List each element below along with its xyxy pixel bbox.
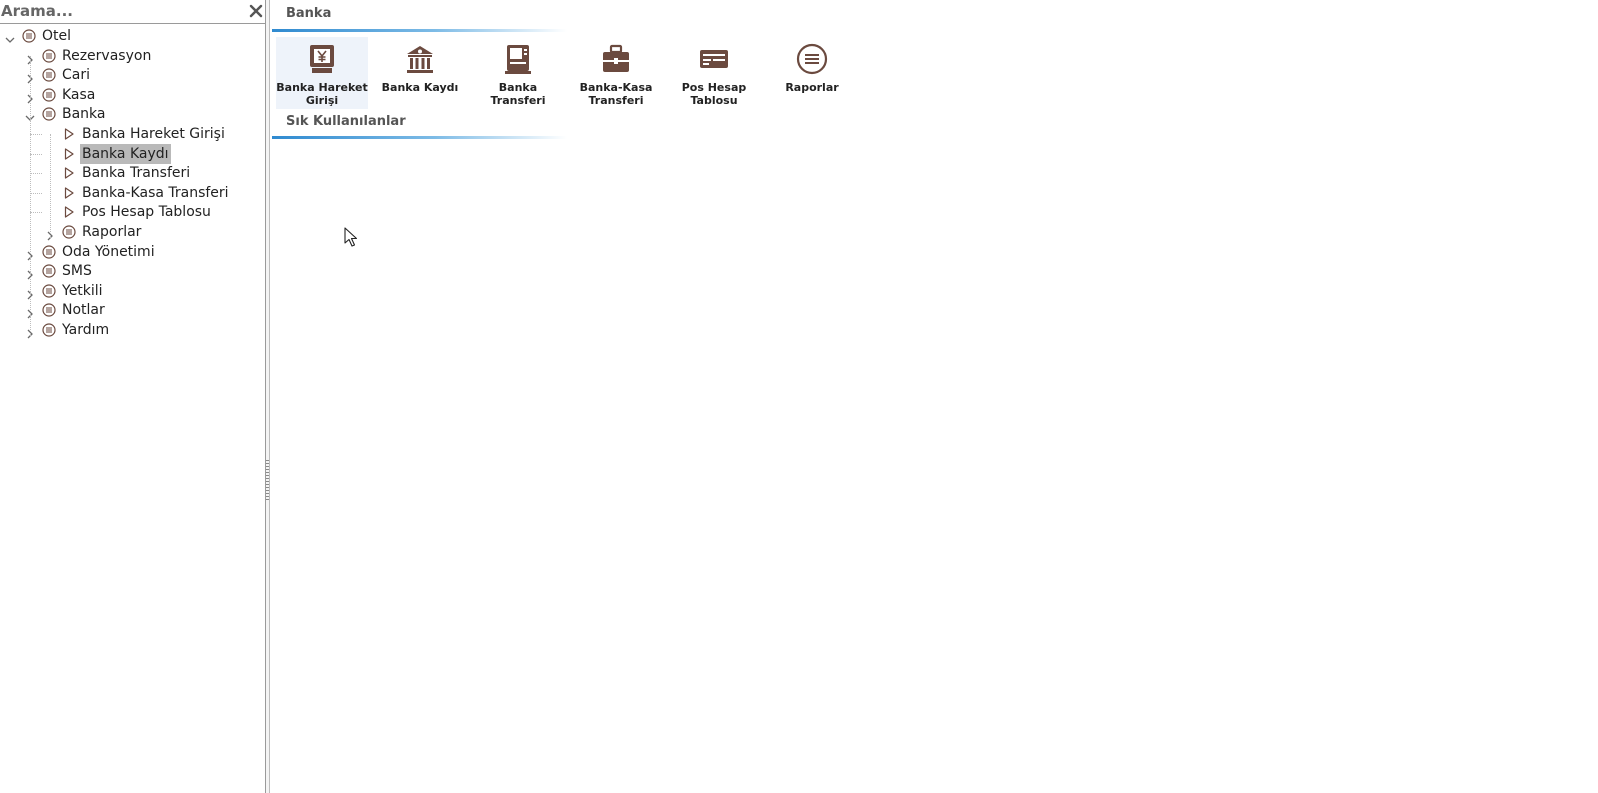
tree-connector [30, 134, 42, 135]
tile-label: Raporlar [785, 81, 839, 94]
tree-item-label: Cari [62, 67, 90, 84]
list-circle-icon [62, 225, 76, 239]
tile-button[interactable]: Banka Transferi [472, 37, 564, 109]
tree-item[interactable]: SMS [0, 261, 266, 281]
tree-item[interactable]: Banka Transferi [0, 163, 266, 183]
tree-item[interactable]: Rezervasyon [0, 46, 266, 66]
list-circle-icon [42, 323, 56, 337]
tile-label: Banka Kaydı [381, 81, 459, 94]
tree-item[interactable]: Pos Hesap Tablosu [0, 202, 266, 222]
tree-item[interactable]: Otel [0, 26, 266, 46]
list-circle-icon [796, 43, 828, 75]
navigation-panel: Otel Rezervasyon Cari Kasa Banka Banka Hareke… [0, 0, 266, 793]
search-bar [0, 0, 266, 24]
main-content: Banka Banka Hareket Girişi Banka Kaydı Ban… [271, 0, 1598, 793]
list-circle-icon [42, 68, 56, 82]
tree-item[interactable]: Yardım [0, 320, 266, 340]
tree-item[interactable]: Raporlar [0, 222, 266, 242]
tree-item-label: SMS [62, 263, 92, 280]
tile-label: Banka Hareket Girişi [276, 81, 368, 107]
tree-item-label: Banka Transferi [82, 165, 191, 182]
list-circle-icon [42, 303, 56, 317]
tree-item[interactable]: Banka Hareket Girişi [0, 124, 266, 144]
splitter-grip[interactable] [266, 460, 269, 500]
tile-button[interactable]: Banka Kaydı [374, 37, 466, 109]
tree-connector [30, 153, 42, 155]
tree-item-label: Yardım [62, 322, 110, 338]
list-circle-icon [42, 107, 56, 121]
triangle-right-icon [62, 127, 76, 141]
tree-item[interactable]: Cari [0, 65, 266, 85]
tree-item-label: Notlar [62, 302, 105, 319]
tree-item[interactable]: Banka [0, 104, 266, 124]
tile-button[interactable]: Banka Hareket Girişi [276, 37, 368, 109]
tree-item-label: Otel [42, 28, 72, 44]
tree-item-label: Banka Kaydı [80, 143, 171, 164]
tree-item-label: Rezervasyon [62, 47, 152, 64]
cash-register-icon [600, 43, 632, 75]
close-icon[interactable] [249, 4, 263, 18]
atm-machine-icon [502, 43, 534, 75]
tree-guide-line [30, 56, 31, 336]
favorites-divider [272, 136, 567, 139]
tree-item[interactable]: Banka Kaydı [0, 143, 266, 164]
tree-item-label: Kasa [62, 86, 96, 103]
tree-item-label: Banka [62, 106, 106, 123]
tile-button[interactable]: Raporlar [766, 37, 858, 109]
list-circle-icon [42, 264, 56, 278]
mouse-cursor-icon [344, 227, 358, 247]
chevron-down-icon[interactable] [5, 31, 15, 43]
tree-item-label: Pos Hesap Tablosu [82, 204, 211, 221]
list-circle-icon [42, 88, 56, 102]
tree-item-label: Banka-Kasa Transferi [82, 184, 229, 201]
favorites-title: Sık Kullanılanlar [286, 114, 406, 129]
tree-connector [30, 212, 42, 214]
tile-button[interactable]: Pos Hesap Tablosu [668, 37, 760, 109]
list-circle-icon [42, 48, 56, 63]
group-title: Banka [286, 6, 332, 21]
tree-item[interactable]: Yetkili [0, 281, 266, 301]
atm-yen-icon [306, 43, 338, 75]
group-divider [272, 29, 567, 32]
list-circle-icon [22, 29, 36, 43]
triangle-right-icon [62, 205, 76, 219]
panel-splitter[interactable] [265, 0, 270, 793]
tree-item[interactable]: Banka-Kasa Transferi [0, 183, 266, 203]
tree-item[interactable]: Oda Yönetimi [0, 242, 266, 262]
tree-guide-line [50, 134, 51, 238]
list-circle-icon [42, 244, 56, 259]
tree-connector [30, 192, 42, 194]
tree-item-label: Raporlar [82, 224, 142, 240]
tree-item-label: Banka Hareket Girişi [82, 126, 225, 142]
tile-label: Banka Transferi [490, 81, 546, 107]
tree-item-label: Oda Yönetimi [62, 243, 155, 260]
list-circle-icon [42, 284, 56, 298]
search-input[interactable] [0, 0, 241, 22]
tree-item-label: Yetkili [62, 282, 103, 299]
tree-connector [30, 173, 42, 175]
tile-button[interactable]: Banka-Kasa Transferi [570, 37, 662, 109]
pos-card-icon [698, 43, 730, 75]
bank-building-icon [404, 43, 436, 75]
tree-item[interactable]: Notlar [0, 300, 266, 320]
tile-label: Banka-Kasa Transferi [579, 81, 653, 107]
tree-item[interactable]: Kasa [0, 85, 266, 105]
triangle-right-icon [62, 186, 76, 200]
triangle-right-icon [62, 166, 76, 180]
tile-label: Pos Hesap Tablosu [681, 81, 747, 107]
triangle-right-icon [62, 147, 76, 161]
